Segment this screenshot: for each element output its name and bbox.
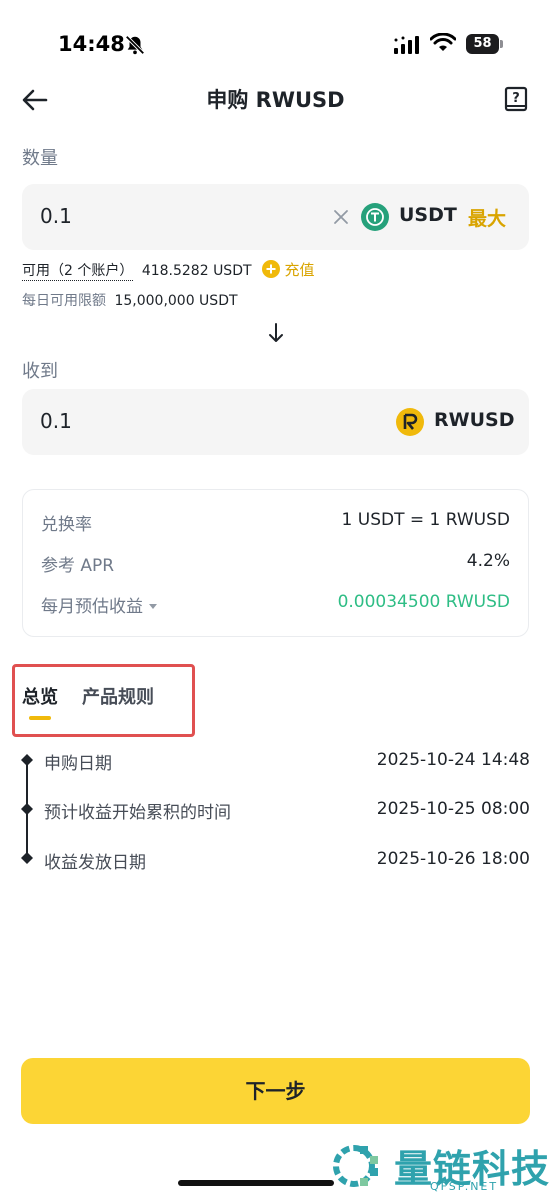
max-button[interactable]: 最大 <box>468 204 506 231</box>
deposit-link[interactable]: 充值 <box>284 261 314 279</box>
wifi-icon <box>430 33 456 53</box>
arrow-down-icon <box>266 322 286 344</box>
daily-limit: 每日可用限额 15,000,000 USDT <box>22 290 238 310</box>
tab-overview[interactable]: 总览 <box>22 683 58 709</box>
rwusd-coin-icon <box>396 408 424 436</box>
battery-level: 58 <box>466 34 499 54</box>
timeline-date: 2025-10-26 18:00 <box>377 849 530 869</box>
receive-value: 0.1 <box>40 409 72 433</box>
daily-limit-label: 每日可用限额 <box>22 293 106 309</box>
details-card: 兑换率 1 USDT = 1 RWUSD 参考 APR 4.2% 每月预估收益 … <box>22 489 529 637</box>
timeline-dot <box>21 754 33 766</box>
amount-label: 数量 <box>22 144 58 170</box>
timeline-label: 收益发放日期 <box>44 848 146 873</box>
amount-value[interactable]: 0.1 <box>40 204 72 228</box>
bell-off-icon <box>124 34 146 56</box>
monthly-estimate-toggle[interactable]: 每月预估收益 <box>41 592 159 617</box>
page-title: 申购 RWUSD <box>0 84 551 114</box>
timeline-dot <box>21 852 33 864</box>
signal-icon <box>394 36 420 54</box>
status-time: 14:48 <box>58 32 125 56</box>
status-bar: 14:48 58 <box>0 0 551 80</box>
plus-circle-icon[interactable] <box>262 260 280 278</box>
receive-label: 收到 <box>22 357 58 383</box>
monthly-label: 每月预估收益 <box>41 597 143 617</box>
available-label[interactable]: 可用（2 个账户） <box>22 263 133 281</box>
coin-label-usdt[interactable]: USDT <box>399 204 457 226</box>
amount-input[interactable]: 0.1 USDT 最大 <box>22 184 529 250</box>
daily-limit-value: 15,000,000 USDT <box>114 293 237 309</box>
watermark: 量链科技 QFSP.NET <box>330 1134 551 1200</box>
tab-product-rules[interactable]: 产品规则 <box>82 683 154 709</box>
next-step-button[interactable]: 下一步 <box>21 1058 530 1124</box>
watermark-subtitle: QFSP.NET <box>430 1180 498 1193</box>
available-value: 418.5282 USDT <box>142 263 252 279</box>
timeline-date: 2025-10-25 08:00 <box>377 799 530 819</box>
receive-field: 0.1 RWUSD <box>22 389 529 455</box>
clear-icon[interactable] <box>332 208 350 226</box>
usdt-coin-icon <box>361 203 389 231</box>
help-book-icon[interactable]: ? <box>504 86 528 114</box>
monthly-value: 0.00034500 RWUSD <box>338 592 510 612</box>
timeline-dot <box>21 803 33 815</box>
svg-text:?: ? <box>512 91 520 106</box>
coin-label-rwusd: RWUSD <box>434 409 514 431</box>
tab-active-indicator <box>29 716 51 720</box>
watermark-logo-icon <box>330 1138 386 1194</box>
caret-down-icon <box>147 601 159 611</box>
apr-value: 4.2% <box>467 551 510 571</box>
battery-icon: 58 <box>466 34 504 54</box>
timeline-label: 申购日期 <box>44 749 112 774</box>
rate-label: 兑换率 <box>41 510 92 535</box>
timeline-label: 预计收益开始累积的时间 <box>44 798 231 823</box>
available-balance: 可用（2 个账户） 418.5282 USDT 充值 <box>22 259 314 280</box>
timeline-date: 2025-10-24 14:48 <box>377 750 530 770</box>
apr-label: 参考 APR <box>41 551 114 576</box>
home-indicator[interactable] <box>178 1180 334 1186</box>
rate-value: 1 USDT = 1 RWUSD <box>342 510 510 530</box>
